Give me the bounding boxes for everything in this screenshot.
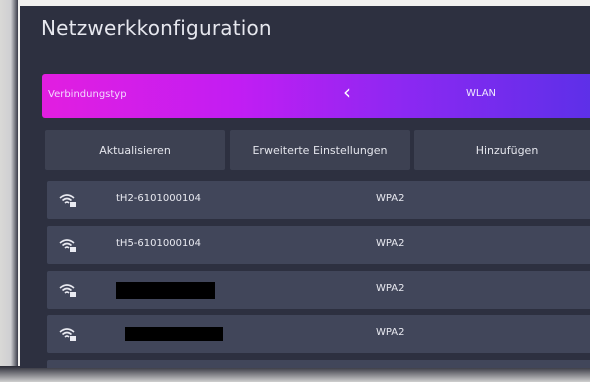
tv-bezel-bottom [0, 366, 590, 382]
network-list-item[interactable]: WPA2 [47, 271, 590, 309]
chevron-left-icon[interactable]: ‹ [343, 82, 351, 102]
wifi-lock-icon [59, 328, 76, 341]
refresh-button[interactable]: Aktualisieren [45, 130, 225, 170]
wifi-lock-icon [59, 239, 76, 252]
advanced-settings-button[interactable]: Erweiterte Einstellungen [230, 130, 410, 170]
wifi-lock-icon [59, 284, 76, 297]
network-list-item[interactable]: tH2-6101000104 WPA2 [47, 181, 590, 219]
page-title: Netzwerkkonfiguration [41, 16, 272, 40]
connection-type-selector[interactable]: Verbindungstyp ‹ WLAN › [42, 74, 590, 118]
tv-bezel-left [0, 0, 18, 382]
connection-type-value: WLAN [466, 88, 497, 99]
network-security: WPA2 [376, 193, 405, 204]
redacted-ssid [125, 327, 223, 341]
network-list-item-partial[interactable] [47, 360, 590, 368]
photo-frame: Netzwerkkonfiguration Verbindungstyp ‹ W… [0, 0, 590, 382]
network-security: WPA2 [376, 327, 405, 338]
connection-type-label: Verbindungstyp [48, 89, 127, 100]
network-ssid: tH5-6101000104 [116, 238, 202, 249]
network-security: WPA2 [376, 238, 405, 249]
wifi-lock-icon [59, 194, 76, 207]
network-list-item[interactable]: tH5-6101000104 WPA2 [47, 226, 590, 264]
network-settings-screen: Netzwerkkonfiguration Verbindungstyp ‹ W… [20, 6, 590, 368]
network-ssid: tH2-6101000104 [116, 193, 202, 204]
network-security: WPA2 [376, 283, 405, 294]
redacted-ssid [116, 282, 215, 299]
add-network-button[interactable]: Hinzufügen [414, 130, 590, 170]
network-list-item[interactable]: WPA2 [47, 315, 590, 353]
